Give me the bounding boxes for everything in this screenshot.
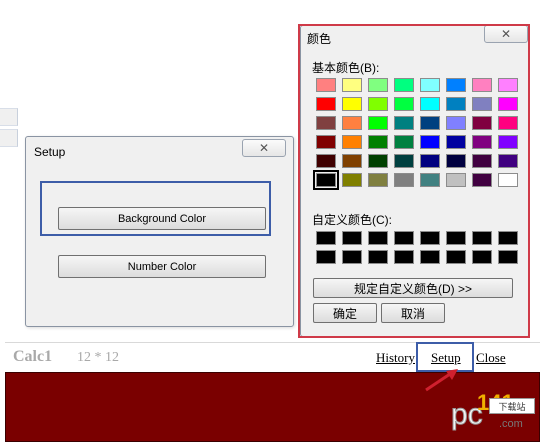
close-link[interactable]: Close (476, 350, 506, 366)
setup-close-button[interactable]: ✕ (242, 139, 286, 157)
watermark-logo: pc 141 下载站 .com (447, 390, 537, 440)
window-edge-fragment (0, 129, 18, 147)
history-link[interactable]: History (376, 350, 415, 366)
highlight-box-color-dialog (298, 24, 530, 338)
watermark-domain: .com (499, 418, 523, 430)
number-color-button[interactable]: Number Color (58, 255, 266, 278)
calc-name: Calc1 (13, 348, 53, 365)
setup-dialog-title: Setup (34, 145, 66, 159)
calc-expression: 12 * 12 (77, 350, 119, 365)
watermark-tag: 下载站 (489, 398, 535, 414)
highlight-box-background-color (40, 181, 271, 236)
window-edge-fragment (0, 108, 18, 126)
pointer-arrow-icon (425, 369, 458, 392)
close-icon: ✕ (258, 141, 270, 155)
